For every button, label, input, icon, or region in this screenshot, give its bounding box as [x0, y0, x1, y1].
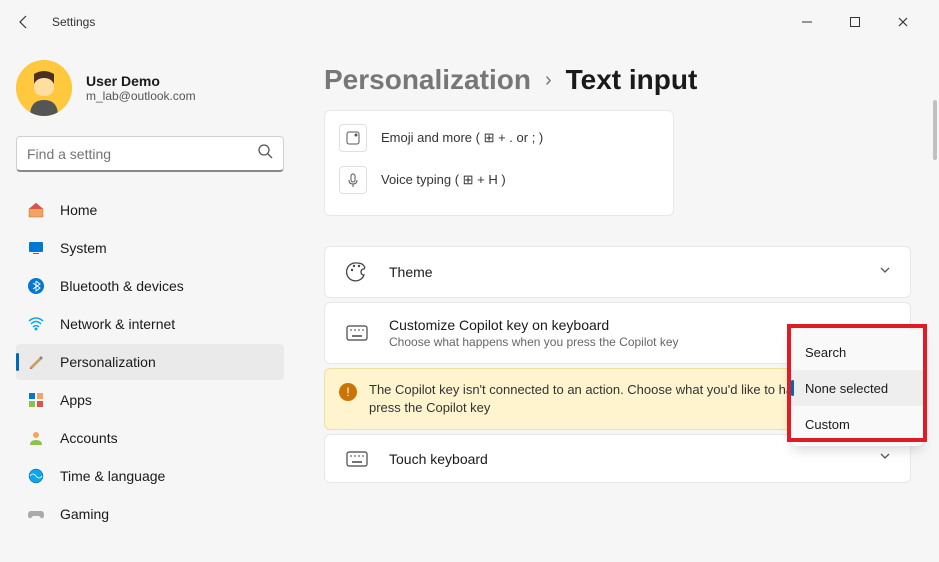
- chevron-right-icon: ›: [545, 69, 552, 92]
- titlebar: Settings: [0, 0, 939, 44]
- bluetooth-icon: [26, 276, 46, 296]
- chevron-down-icon: [878, 263, 892, 282]
- emoji-shortcut-label: Emoji and more ( ⊞ + . or ; ): [381, 130, 543, 146]
- sidebar: User Demo m_lab@outlook.com Home System: [0, 44, 300, 562]
- breadcrumb-parent[interactable]: Personalization: [324, 64, 531, 96]
- sidebar-item-accounts[interactable]: Accounts: [16, 420, 284, 456]
- sidebar-item-network[interactable]: Network & internet: [16, 306, 284, 342]
- theme-setting[interactable]: Theme: [324, 246, 911, 298]
- sidebar-item-home[interactable]: Home: [16, 192, 284, 228]
- personalization-icon: [26, 352, 46, 372]
- dropdown-item-none[interactable]: None selected: [791, 370, 923, 406]
- system-icon: [26, 238, 46, 258]
- search-box[interactable]: [16, 136, 284, 172]
- nav-label: Accounts: [60, 430, 118, 446]
- breadcrumb: Personalization › Text input: [324, 64, 911, 96]
- nav-label: Gaming: [60, 506, 109, 522]
- maximize-button[interactable]: [839, 6, 871, 38]
- setting-title: Touch keyboard: [389, 451, 878, 467]
- emoji-icon: [339, 124, 367, 152]
- apps-icon: [26, 390, 46, 410]
- gaming-icon: [26, 504, 46, 524]
- search-input[interactable]: [27, 146, 257, 162]
- network-icon: [26, 314, 46, 334]
- sidebar-item-gaming[interactable]: Gaming: [16, 496, 284, 532]
- dropdown-item-search[interactable]: Search: [791, 334, 923, 370]
- copilot-key-dropdown: Search None selected Custom: [791, 330, 923, 446]
- dropdown-label: None selected: [805, 381, 888, 396]
- theme-icon: [343, 261, 371, 283]
- setting-title: Theme: [389, 264, 878, 280]
- nav-label: Bluetooth & devices: [60, 278, 184, 294]
- search-icon: [257, 143, 273, 164]
- nav-label: Apps: [60, 392, 92, 408]
- sidebar-item-personalization[interactable]: Personalization: [16, 344, 284, 380]
- dropdown-item-custom[interactable]: Custom: [791, 406, 923, 442]
- nav-label: Time & language: [60, 468, 165, 484]
- profile-section[interactable]: User Demo m_lab@outlook.com: [16, 52, 284, 136]
- voice-shortcut-label: Voice typing ( ⊞ + H ): [381, 172, 506, 188]
- keyboard-icon: [343, 325, 371, 341]
- nav-label: Network & internet: [60, 316, 175, 332]
- back-button[interactable]: [8, 6, 40, 38]
- sidebar-item-bluetooth[interactable]: Bluetooth & devices: [16, 268, 284, 304]
- breadcrumb-current: Text input: [566, 64, 698, 96]
- nav-label: System: [60, 240, 107, 256]
- nav-label: Personalization: [60, 354, 156, 370]
- sidebar-item-system[interactable]: System: [16, 230, 284, 266]
- shortcuts-card: Emoji and more ( ⊞ + . or ; ) Voice typi…: [324, 110, 674, 216]
- dropdown-label: Search: [805, 345, 846, 360]
- sidebar-item-apps[interactable]: Apps: [16, 382, 284, 418]
- keyboard-icon: [343, 451, 371, 467]
- close-button[interactable]: [887, 6, 919, 38]
- minimize-button[interactable]: [791, 6, 823, 38]
- voice-icon: [339, 166, 367, 194]
- window-title: Settings: [52, 15, 791, 29]
- sidebar-item-time[interactable]: Time & language: [16, 458, 284, 494]
- scrollbar[interactable]: [933, 100, 937, 160]
- warning-icon: !: [339, 383, 357, 401]
- content-area: Personalization › Text input Emoji and m…: [300, 44, 939, 562]
- home-icon: [26, 200, 46, 220]
- profile-name: User Demo: [86, 73, 196, 89]
- time-icon: [26, 466, 46, 486]
- nav-label: Home: [60, 202, 97, 218]
- accounts-icon: [26, 428, 46, 448]
- dropdown-label: Custom: [805, 417, 850, 432]
- profile-email: m_lab@outlook.com: [86, 89, 196, 103]
- avatar: [16, 60, 72, 116]
- chevron-down-icon: [878, 449, 892, 468]
